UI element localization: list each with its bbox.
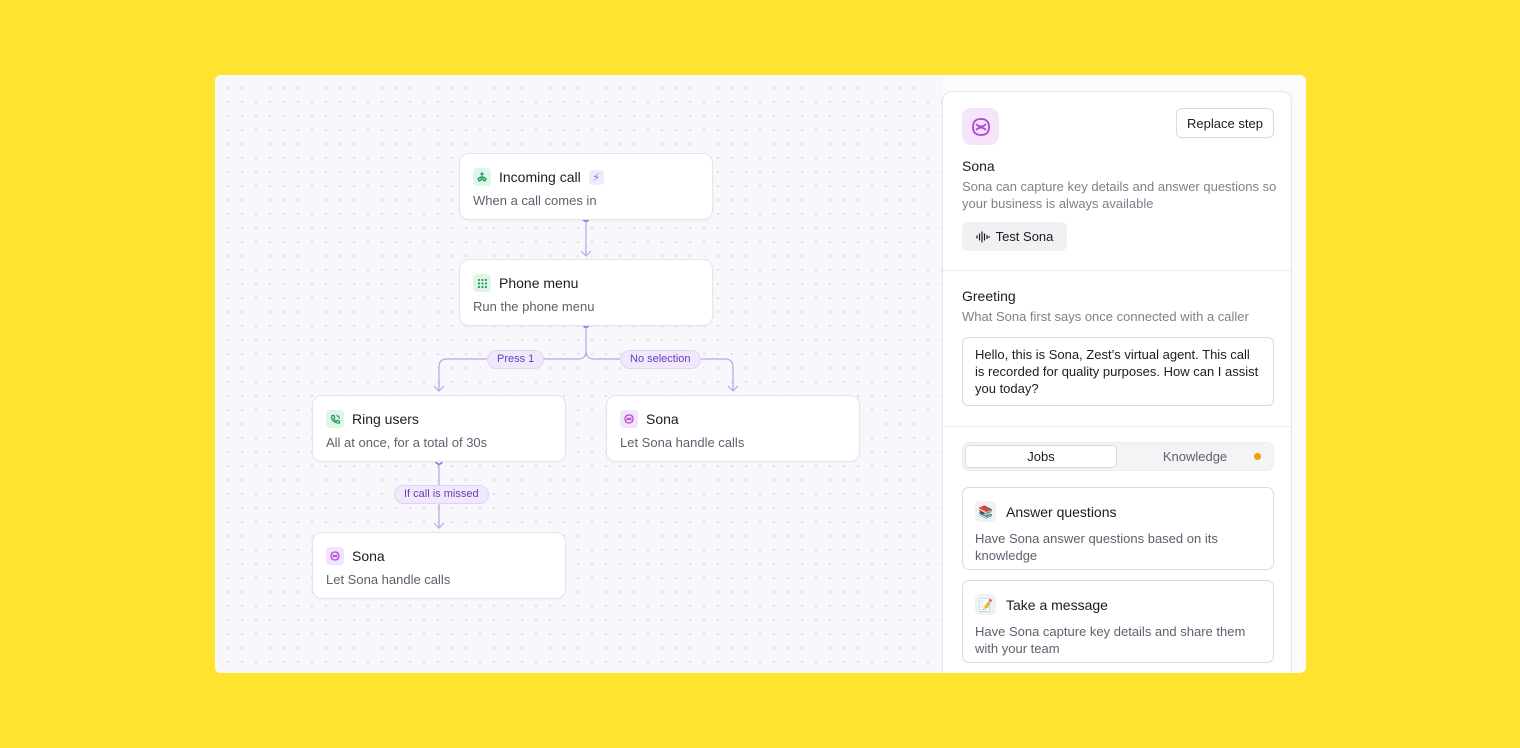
job-card-take-message[interactable]: 📝 Take a message Have Sona capture key d…: [962, 580, 1274, 663]
replace-step-button[interactable]: Replace step: [1176, 108, 1274, 138]
phone-ring-icon: [326, 410, 344, 428]
agent-section: Replace step Sona Sona can capture key d…: [943, 92, 1291, 271]
workflow-window: Incoming call ⚡ When a call comes in Pho…: [215, 75, 1306, 673]
node-phone-menu[interactable]: Phone menu Run the phone menu: [459, 259, 713, 326]
node-sona-missed[interactable]: Sona Let Sona handle calls: [312, 532, 566, 599]
agent-description-line-1: Sona can capture key details and answer …: [962, 179, 1277, 194]
sona-icon: [326, 547, 344, 565]
job-description: Have Sona answer questions based on its …: [975, 531, 1218, 563]
greeting-subtitle: What Sona first says once connected with…: [962, 309, 1249, 324]
test-sona-label: Test Sona: [995, 229, 1054, 244]
node-subtitle: All at once, for a total of 30s: [326, 435, 488, 450]
node-title: Sona: [352, 548, 385, 564]
waveform-icon: [975, 230, 990, 243]
node-subtitle: Let Sona handle calls: [326, 572, 451, 587]
sona-logo-icon: [962, 108, 999, 145]
node-subtitle: Run the phone menu: [473, 299, 595, 314]
sona-icon: [620, 410, 638, 428]
node-title: Phone menu: [499, 275, 579, 291]
books-icon: 📚: [975, 501, 996, 522]
node-ring-users[interactable]: Ring users All at once, for a total of 3…: [312, 395, 566, 462]
memo-icon: 📝: [975, 594, 996, 615]
jobs-knowledge-tabs: Jobs Knowledge: [962, 442, 1274, 471]
job-description: Have Sona capture key details and share …: [975, 624, 1246, 656]
job-card-answer-questions[interactable]: 📚 Answer questions Have Sona answer ques…: [962, 487, 1274, 570]
job-title: Answer questions: [1006, 503, 1117, 520]
agent-name: Sona: [962, 158, 995, 174]
node-subtitle: Let Sona handle calls: [620, 435, 745, 450]
greeting-title: Greeting: [962, 288, 1016, 304]
edge-label-if-missed[interactable]: If call is missed: [394, 485, 489, 504]
flow-canvas[interactable]: Incoming call ⚡ When a call comes in Pho…: [215, 75, 942, 673]
keypad-icon: [473, 274, 491, 292]
job-title: Take a message: [1006, 596, 1108, 613]
edge-label-no-selection[interactable]: No selection: [620, 350, 701, 369]
node-incoming-call[interactable]: Incoming call ⚡ When a call comes in: [459, 153, 713, 220]
tab-knowledge[interactable]: Knowledge: [1119, 445, 1271, 468]
step-details-panel: Replace step Sona Sona can capture key d…: [942, 91, 1292, 673]
knowledge-notification-dot: [1254, 453, 1261, 460]
node-title: Ring users: [352, 411, 419, 427]
greeting-textarea[interactable]: Hello, this is Sona, Zest’s virtual agen…: [962, 337, 1274, 406]
tab-jobs[interactable]: Jobs: [965, 445, 1117, 468]
node-title: Incoming call: [499, 169, 581, 185]
agent-description-line-2: your business is always available: [962, 196, 1154, 211]
phone-incoming-icon: [473, 168, 491, 186]
test-sona-button[interactable]: Test Sona: [962, 222, 1067, 251]
edge-label-press-1[interactable]: Press 1: [487, 350, 545, 369]
bolt-icon: ⚡: [588, 169, 604, 185]
node-sona-no-selection[interactable]: Sona Let Sona handle calls: [606, 395, 860, 462]
node-subtitle: When a call comes in: [473, 193, 597, 208]
node-title: Sona: [646, 411, 679, 427]
